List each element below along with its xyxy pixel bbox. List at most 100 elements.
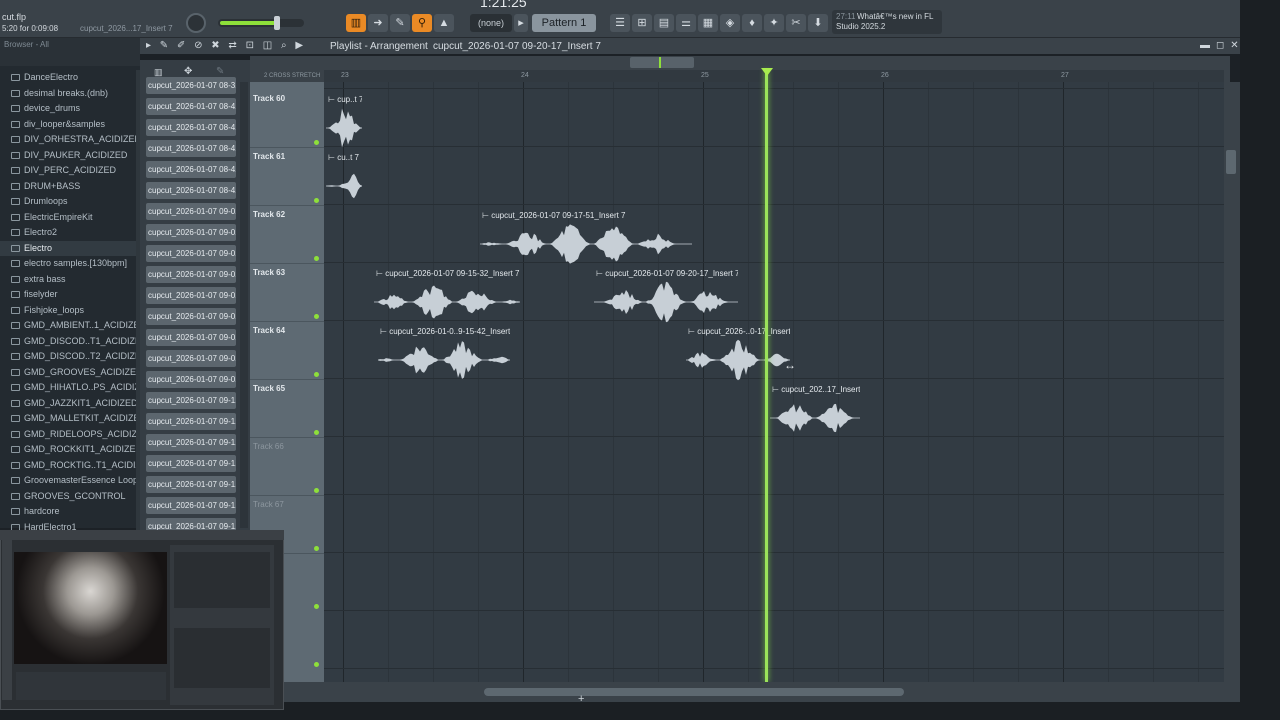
overview-scroll[interactable] [630, 57, 694, 68]
browser-folder-item[interactable]: GMD_JAZZKIT1_ACIDIZED [0, 396, 136, 412]
track-mute-led[interactable] [314, 314, 319, 319]
channel-rack-icon[interactable]: ▤ [654, 14, 674, 32]
audio-clip[interactable]: ⊢ cup..t 7 [326, 94, 362, 150]
link-icon[interactable]: ⚲ [412, 14, 432, 32]
clip-source-item[interactable]: cupcut_2026-01-07 09-0... [146, 287, 236, 304]
track-mute-led[interactable] [314, 430, 319, 435]
browser-folder-item[interactable]: GMD_DISCOD..T2_ACIDIZED [0, 349, 136, 365]
playlist-window-icon[interactable]: ☰ [610, 14, 630, 32]
audio-clip[interactable]: ⊢ cupcut_2026-..0-17_Insert 7 [686, 326, 790, 382]
clip-source-item[interactable]: cupcut_2026-01-07 09-0... [146, 329, 236, 346]
clip-source-item[interactable]: cupcut_2026-01-07 09-1... [146, 476, 236, 493]
browser-folder-item[interactable]: DIV_PERC_ACIDIZED [0, 163, 136, 179]
audio-clip[interactable]: ⊢ cupcut_2026-01-07 09-15-32_Insert 7 [374, 268, 520, 324]
browser-folder-item[interactable]: GMD_MALLETKIT_ACIDIZED [0, 411, 136, 427]
plugin-icon[interactable]: ♦ [742, 14, 762, 32]
playhead[interactable] [765, 70, 768, 682]
clip-source-item[interactable]: cupcut_2026-01-07 08-4... [146, 98, 236, 115]
browser-folder-item[interactable]: Electro [0, 240, 136, 256]
browser-folder-item[interactable]: GMD_AMBIENT..1_ACIDIZED [0, 318, 136, 334]
arrow-right-icon[interactable]: ➜ [368, 14, 388, 32]
browser-folder-item[interactable]: electro samples.[130bpm] [0, 256, 136, 272]
track-mute-led[interactable] [314, 256, 319, 261]
clip-source-item[interactable]: cupcut_2026-01-07 09-1... [146, 497, 236, 514]
news-headline-line2[interactable]: Studio 2025.2 [836, 22, 885, 31]
clip-source-item[interactable]: cupcut_2026-01-07 09-0... [146, 266, 236, 283]
browser-folder-item[interactable]: GroovemasterEssence Loops [0, 473, 136, 489]
audio-clip[interactable]: ⊢ cu..t 7 [326, 152, 362, 208]
browser-icon[interactable]: ▦ [698, 14, 718, 32]
window-controls[interactable]: ▬◻✕ [1200, 40, 1245, 51]
overlay-layers-panel[interactable] [174, 552, 270, 608]
clip-source-item[interactable]: cupcut_2026-01-07 09-0... [146, 245, 236, 262]
audio-clip[interactable]: ⊢ cupcut_2026-01-07 09-20-17_Insert 7 [594, 268, 738, 324]
horizontal-scroll-thumb[interactable] [484, 688, 904, 696]
snap-select[interactable]: (none) [470, 14, 512, 32]
clip-source-item[interactable]: cupcut_2026-01-07 09-0... [146, 203, 236, 220]
track-header[interactable]: Track 66 [250, 438, 324, 496]
browser-folder-item[interactable]: GMD_RIDELOOPS_ACIDIZED [0, 427, 136, 443]
wrench-icon[interactable]: ✦ [764, 14, 784, 32]
browser-folder-item[interactable]: DIV_ORHESTRA_ACIDIZED [0, 132, 136, 148]
overlay-properties-panel[interactable] [174, 628, 270, 688]
browser-folder-item[interactable]: hardcore [0, 504, 136, 520]
browser-folder-item[interactable]: DRUM+BASS [0, 179, 136, 195]
audio-clip[interactable]: ⊢ cupcut_2026-01-07 09-17-51_Insert 7 [480, 210, 692, 266]
ruler-mode-labels[interactable]: 2 CROSS STRETCH [264, 73, 320, 79]
clip-source-item[interactable]: cupcut_2026-01-07 09-1... [146, 392, 236, 409]
pencil-icon[interactable]: ✎ [216, 66, 224, 77]
overlay-toolbar[interactable] [2, 540, 12, 700]
browser-folder-item[interactable]: GMD_DISCOD..T1_ACIDIZED [0, 334, 136, 350]
playlist-grid[interactable] [324, 82, 1224, 682]
cut-icon[interactable]: ✂ [786, 14, 806, 32]
browser-folder-item[interactable]: Drumloops [0, 194, 136, 210]
track-mute-led[interactable] [314, 662, 319, 667]
channel-icon[interactable]: ◈ [720, 14, 740, 32]
clip-source-item[interactable]: cupcut_2026-01-07 08-4... [146, 119, 236, 136]
clip-source-item[interactable]: cupcut_2026-01-07 09-0... [146, 308, 236, 325]
track-header[interactable]: Track 61 [250, 148, 324, 206]
timeline-ruler[interactable] [324, 70, 1224, 82]
clip-source-item[interactable]: cupcut_2026-01-07 09-1... [146, 455, 236, 472]
browser-folder-item[interactable]: GMD_HIHATLO..PS_ACIDIZED [0, 380, 136, 396]
track-mute-led[interactable] [314, 140, 319, 145]
browser-folder-item[interactable]: GMD_ROCKKIT1_ACIDIZED [0, 442, 136, 458]
vertical-scroll-thumb[interactable] [1226, 150, 1236, 174]
clip-source-item[interactable]: cupcut_2026-01-07 09-1... [146, 434, 236, 451]
track-header[interactable]: Track 60 [250, 90, 324, 148]
clip-source-item[interactable]: cupcut_2026-01-07 08-4... [146, 182, 236, 199]
playhead-marker[interactable] [761, 68, 773, 76]
playlist-breadcrumb[interactable]: cupcut_2026-01-07 09-20-17_Insert 7 [433, 41, 601, 52]
pattern-song-mode-button[interactable]: ▥ [346, 14, 366, 32]
overlay-menubar[interactable] [0, 530, 284, 540]
mixer-icon[interactable]: ⚌ [676, 14, 696, 32]
stamp-icon[interactable]: ▲ [434, 14, 454, 32]
browser-folder-item[interactable]: DIV_PAUKER_ACIDIZED [0, 148, 136, 164]
browser-folder-item[interactable]: fiselyder [0, 287, 136, 303]
browser-folder-item[interactable]: div_looper&samples [0, 117, 136, 133]
clip-source-item[interactable]: cupcut_2026-01-07 09-0... [146, 350, 236, 367]
audio-clip[interactable]: ⊢ cupcut_2026-01-0..9-15-42_Insert 7 [378, 326, 510, 382]
clip-source-item[interactable]: cupcut_2026-01-07 09-0... [146, 371, 236, 388]
browser-folder-item[interactable]: Electro2 [0, 225, 136, 241]
master-pitch-knob[interactable] [186, 13, 206, 33]
browser-folder-item[interactable]: device_drums [0, 101, 136, 117]
browser-folder-item[interactable]: DanceElectro [0, 70, 136, 86]
browser-folder-item[interactable]: Fishjoke_loops [0, 303, 136, 319]
browser-folder-item[interactable]: GMD_GROOVES_ACIDIZED [0, 365, 136, 381]
track-mute-led[interactable] [314, 488, 319, 493]
browser-folder-item[interactable]: desimal breaks.(dnb) [0, 86, 136, 102]
brush-icon[interactable]: ✎ [390, 14, 410, 32]
track-mute-led[interactable] [314, 604, 319, 609]
browser-folder-item[interactable]: ElectricEmpireKit [0, 210, 136, 226]
track-mute-led[interactable] [314, 546, 319, 551]
piano-roll-icon[interactable]: ⊞ [632, 14, 652, 32]
browser-tabs[interactable] [0, 52, 140, 66]
track-header[interactable]: Track 62 [250, 206, 324, 264]
news-headline[interactable]: Whatâ€™s new in FL [857, 12, 933, 21]
clip-source-item[interactable]: cupcut_2026-01-07 08-4... [146, 161, 236, 178]
track-header[interactable]: Track 65 [250, 380, 324, 438]
clip-source-scrollbar[interactable] [240, 82, 248, 528]
move-icon[interactable]: ✥ [184, 66, 192, 77]
track-mute-led[interactable] [314, 198, 319, 203]
